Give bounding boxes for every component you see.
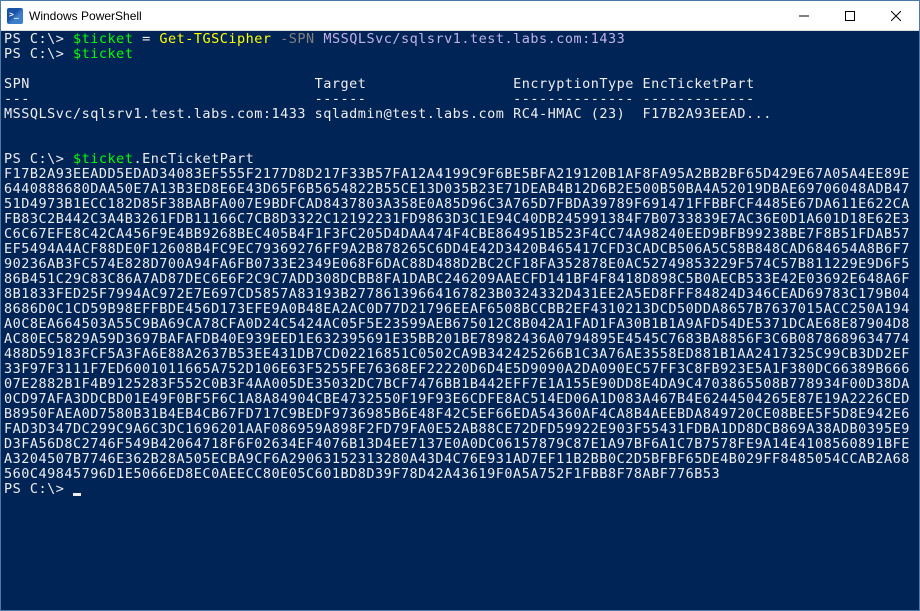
- window-controls: [781, 1, 919, 30]
- member-access: .EncTicketPart: [133, 151, 254, 167]
- cmdlet: Get-TGSCipher: [159, 31, 271, 47]
- variable: $ticket: [73, 31, 133, 47]
- window-titlebar: Windows PowerShell: [1, 1, 919, 31]
- variable: $ticket: [73, 151, 133, 167]
- table-header-target: Target: [315, 76, 367, 92]
- table-header-enc-type: EncryptionType: [513, 76, 634, 92]
- argument: MSSQLSvc/sqlsrv1.test.labs.com:1433: [323, 31, 625, 47]
- parameter: -SPN: [280, 31, 315, 47]
- variable: $ticket: [73, 46, 133, 62]
- hex-output: F17B2A93EEADD5EDAD34083EF555F2177D8D217F…: [4, 166, 910, 482]
- prompt: PS C:\>: [4, 46, 64, 62]
- table-header-enc-ticket: EncTicketPart: [643, 76, 755, 92]
- window-title: Windows PowerShell: [29, 9, 781, 23]
- minimize-button[interactable]: [781, 1, 827, 30]
- terminal-area[interactable]: PS C:\> $ticket = Get-TGSCipher -SPN MSS…: [1, 31, 919, 610]
- prompt: PS C:\>: [4, 31, 64, 47]
- prompt: PS C:\>: [4, 481, 64, 497]
- table-row: MSSQLSvc/sqlsrv1.test.labs.com:1433: [4, 106, 306, 122]
- close-button[interactable]: [873, 1, 919, 30]
- cursor: [73, 493, 81, 496]
- maximize-button[interactable]: [827, 1, 873, 30]
- powershell-icon: [7, 8, 23, 24]
- prompt: PS C:\>: [4, 151, 64, 167]
- table-header-spn: SPN: [4, 76, 30, 92]
